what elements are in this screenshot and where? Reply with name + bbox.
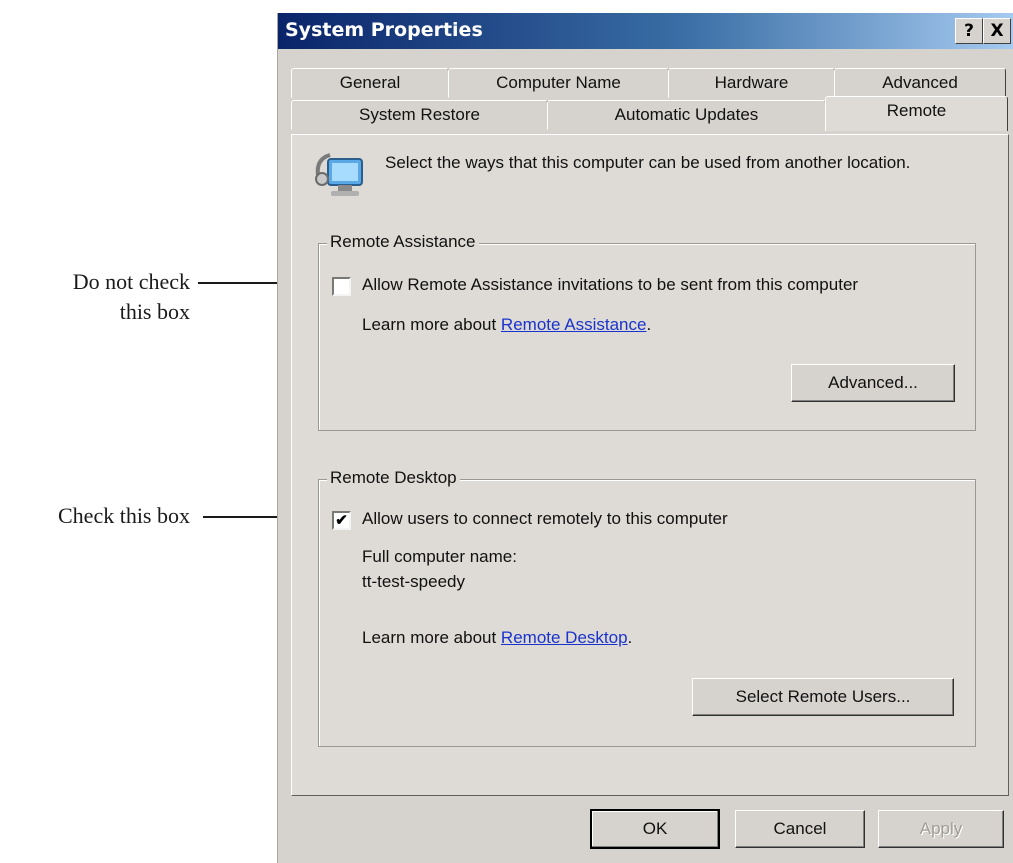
tab-hardware[interactable]: Hardware <box>668 68 835 98</box>
tab-computer-name[interactable]: Computer Name <box>448 68 669 98</box>
remote-desktop-learn-more: Learn more about Remote Desktop. <box>362 628 632 648</box>
remote-assistance-link[interactable]: Remote Assistance <box>501 315 647 334</box>
tab-automatic-updates[interactable]: Automatic Updates <box>547 100 826 130</box>
computer-name-label: Full computer name: <box>362 547 517 566</box>
apply-button[interactable]: Apply <box>878 810 1004 848</box>
callout-remote-assistance: Do not check this box <box>0 267 190 327</box>
callout-line-1: Do not check <box>72 269 190 294</box>
remote-desktop-legend: Remote Desktop <box>327 468 460 488</box>
tab-remote[interactable]: Remote <box>825 96 1008 131</box>
close-button[interactable]: X <box>983 18 1011 44</box>
cancel-button[interactable]: Cancel <box>735 810 865 848</box>
remote-computer-icon <box>315 153 363 196</box>
remote-assistance-learn-more: Learn more about Remote Assistance. <box>362 315 651 335</box>
tab-general[interactable]: General <box>291 68 449 98</box>
remote-assistance-group: Remote Assistance Allow Remote Assistanc… <box>318 232 976 431</box>
remote-desktop-checkbox-label[interactable]: Allow users to connect remotely to this … <box>362 509 728 529</box>
remote-assistance-checkbox-label[interactable]: Allow Remote Assistance invitations to b… <box>362 275 858 295</box>
remote-desktop-checkbox[interactable]: ✔ <box>332 511 351 530</box>
remote-desktop-group: Remote Desktop ✔ Allow users to connect … <box>318 468 976 747</box>
remote-assistance-checkbox[interactable] <box>332 277 351 296</box>
ok-button[interactable]: OK <box>590 809 720 849</box>
computer-name-value: tt-test-speedy <box>362 572 465 591</box>
remote-assistance-legend: Remote Assistance <box>327 232 479 252</box>
select-remote-users-button[interactable]: Select Remote Users... <box>692 678 954 716</box>
callout-line-2: this box <box>119 299 190 324</box>
remote-tab-panel: Select the ways that this computer can b… <box>291 134 1009 796</box>
learn-more-prefix: Learn more about <box>362 628 501 647</box>
learn-more-suffix: . <box>646 315 652 334</box>
system-properties-dialog: System Properties ? X General Computer N… <box>277 13 1013 863</box>
tab-advanced[interactable]: Advanced <box>834 68 1006 98</box>
intro-text: Select the ways that this computer can b… <box>385 153 911 172</box>
learn-more-suffix: . <box>627 628 633 647</box>
tab-system-restore[interactable]: System Restore <box>291 100 548 130</box>
advanced-button[interactable]: Advanced... <box>791 364 955 402</box>
learn-more-prefix: Learn more about <box>362 315 501 334</box>
remote-desktop-link[interactable]: Remote Desktop <box>501 628 628 647</box>
title-bar[interactable]: System Properties ? X <box>278 13 1013 49</box>
help-button[interactable]: ? <box>955 18 983 44</box>
callout-remote-desktop: Check this box <box>58 503 190 528</box>
window-title: System Properties <box>285 19 483 41</box>
